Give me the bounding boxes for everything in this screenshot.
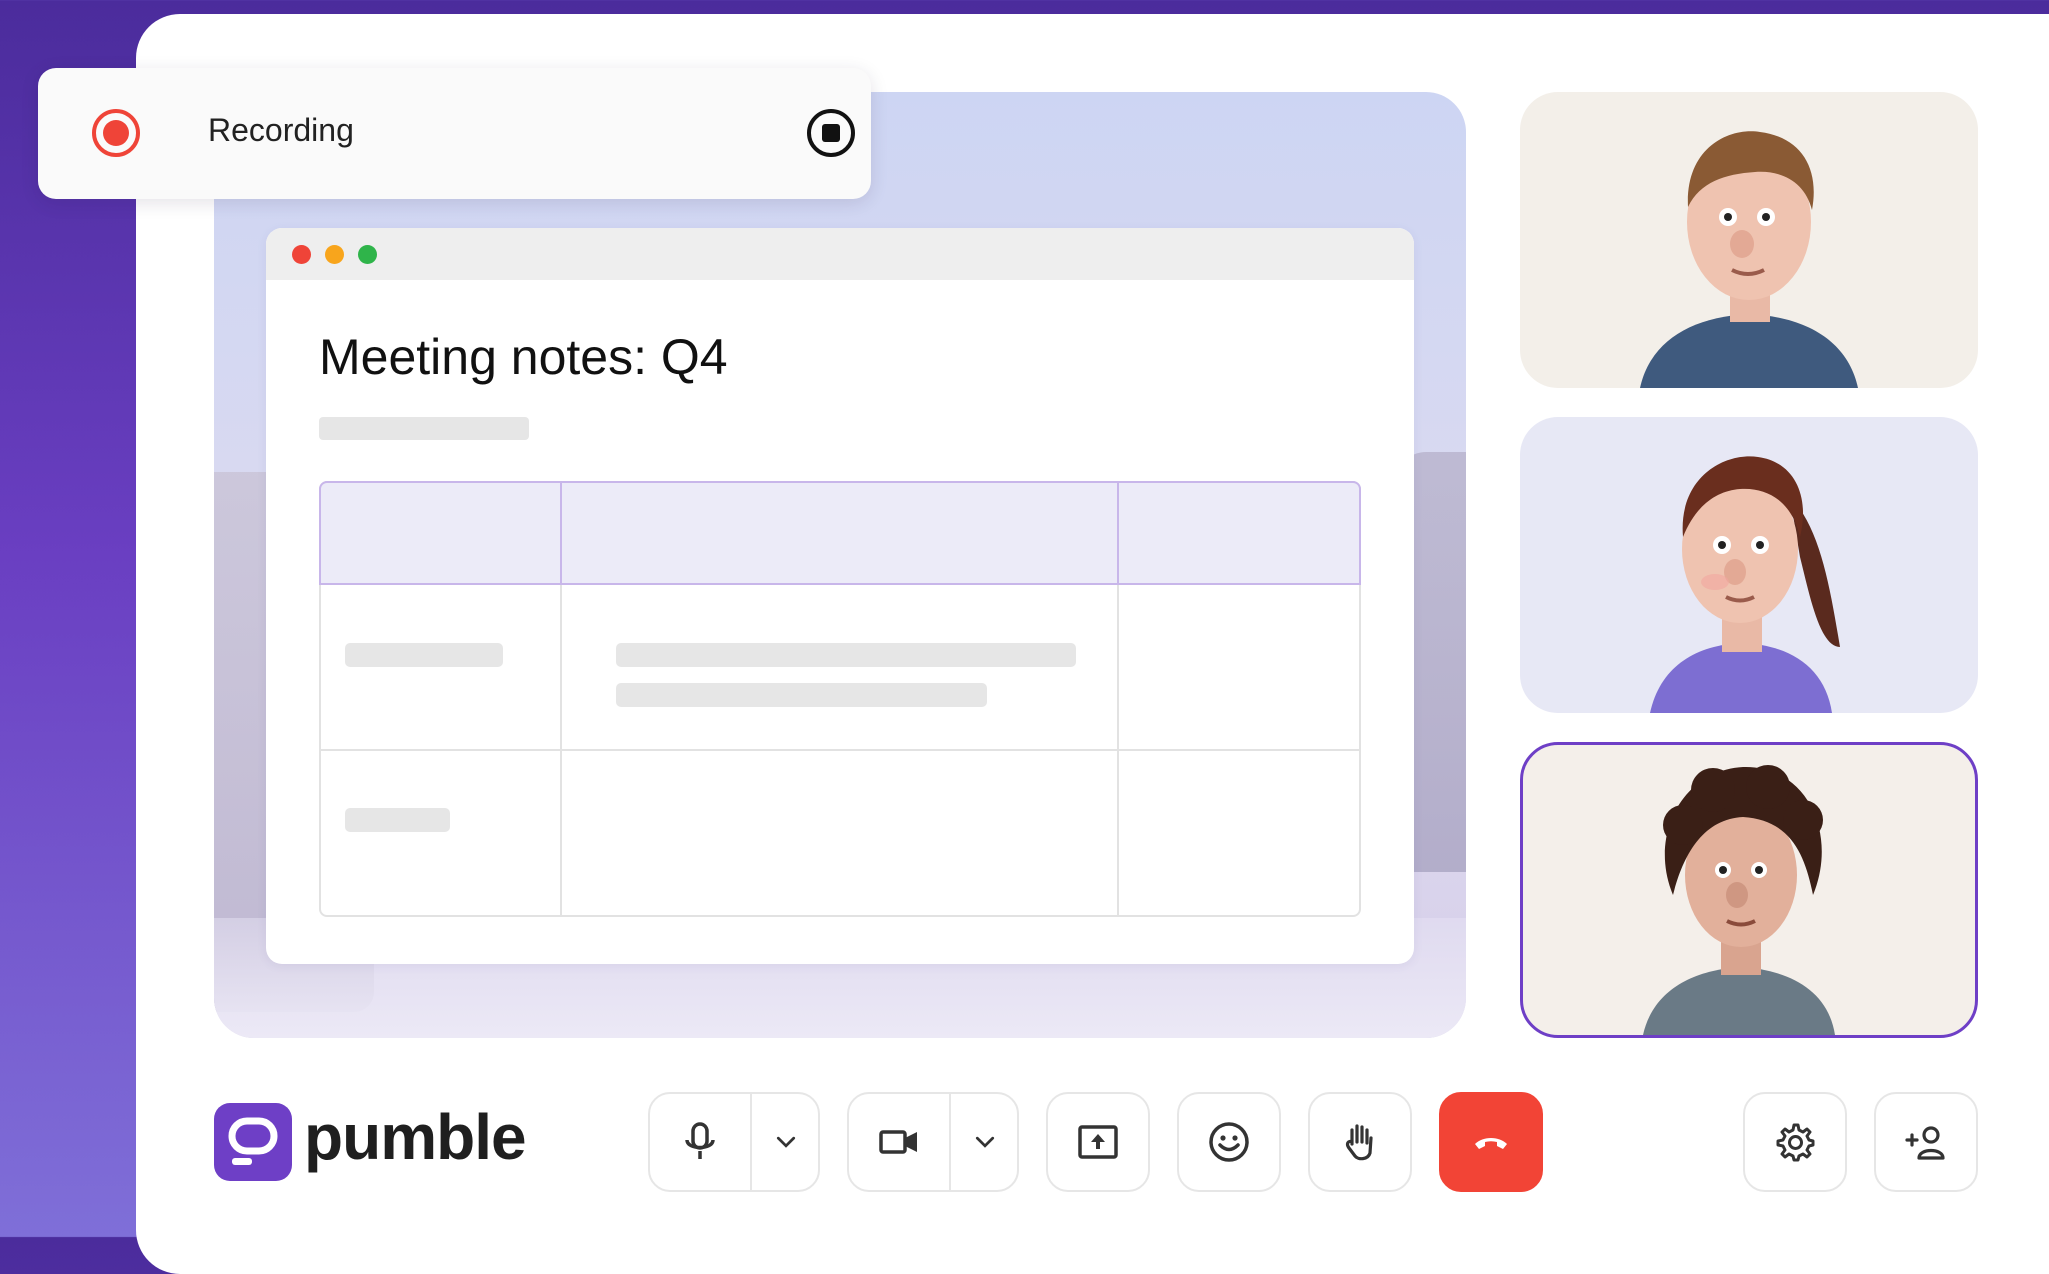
shared-screen: Meeting notes: Q4 [214,92,1466,1038]
participant-avatar-woman-icon [1650,456,1840,713]
stop-recording-icon[interactable] [805,107,857,159]
document-title: Meeting notes: Q4 [319,329,728,385]
table-cell-placeholder [616,683,987,707]
participant-tile[interactable] [1520,417,1978,713]
text-placeholder [319,417,529,440]
table-header-divider [1117,483,1119,583]
participant-tile[interactable] [1520,92,1978,388]
settings-button[interactable] [1743,1092,1847,1192]
raise-hand-icon [1345,1124,1373,1161]
gear-icon [1776,1123,1815,1162]
table-header-row [319,481,1361,585]
microphone-icon [685,1122,715,1159]
notes-table [319,481,1361,917]
table-cell-placeholder [345,643,503,667]
camera-button[interactable] [849,1094,949,1190]
participant-avatar-man-icon [1640,131,1858,388]
table-row-divider [321,749,1359,751]
camera-options-button[interactable] [951,1094,1019,1190]
recording-label: Recording [208,112,354,148]
chevron-down-icon [975,1136,995,1148]
recording-banner: Recording [38,68,871,199]
add-participant-button[interactable] [1874,1092,1978,1192]
hang-up-button[interactable] [1439,1092,1543,1192]
microphone-control [648,1092,820,1192]
document-window: Meeting notes: Q4 [266,228,1414,964]
table-cell-placeholder [616,643,1076,667]
pumble-logo-icon [214,1103,292,1181]
table-header-divider [560,483,562,583]
share-screen-icon [1078,1125,1118,1159]
raise-hand-button[interactable] [1308,1092,1412,1192]
hang-up-icon [1475,1138,1507,1149]
close-window-dot[interactable] [292,245,311,264]
share-screen-button[interactable] [1046,1092,1150,1192]
participant-avatar-curly-icon [1643,765,1835,1035]
microphone-options-button[interactable] [752,1094,820,1190]
recording-indicator-icon [92,109,140,157]
maximize-window-dot[interactable] [358,245,377,264]
emoji-icon [1209,1122,1249,1162]
add-person-icon [1905,1126,1945,1160]
brand-name: pumble [304,1101,527,1173]
participant-tile-active[interactable] [1520,742,1978,1038]
camera-icon [879,1130,917,1154]
chevron-down-icon [776,1136,796,1148]
reactions-button[interactable] [1177,1092,1281,1192]
microphone-button[interactable] [650,1094,750,1190]
table-cell-placeholder [345,808,450,832]
window-titlebar [266,228,1414,280]
minimize-window-dot[interactable] [325,245,344,264]
camera-control [847,1092,1019,1192]
